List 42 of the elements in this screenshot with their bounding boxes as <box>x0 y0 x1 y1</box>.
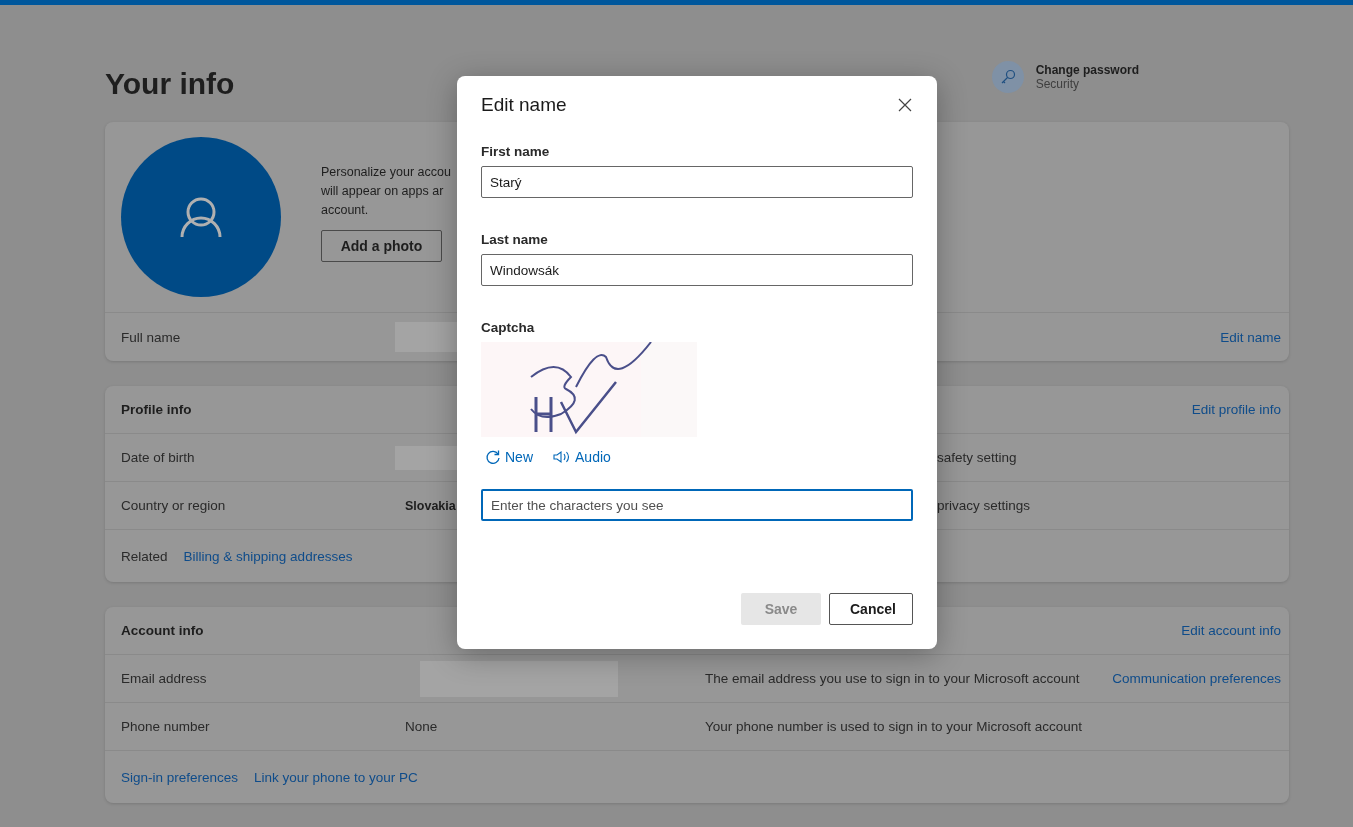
captcha-input[interactable]: Enter the characters you see <box>481 489 913 521</box>
section-title: Account info <box>121 623 204 638</box>
edit-account-link[interactable]: Edit account info <box>1181 623 1281 638</box>
refresh-icon <box>485 449 501 465</box>
field-label: Last name <box>481 232 549 247</box>
change-password-link[interactable]: Change password <box>1035 63 1139 77</box>
name-input[interactable]: Windowsák <box>481 254 913 286</box>
row-note: privacy settings <box>937 498 1032 513</box>
field-label: First name <box>481 144 551 159</box>
row-note: The email address you use to sign in to your Microsoft account <box>705 671 1081 686</box>
redaction-bar <box>395 322 457 352</box>
audio-captcha-link[interactable]: Audio <box>553 449 611 465</box>
new-captcha-link[interactable]: New <box>485 449 533 465</box>
page-title: Your info <box>105 67 235 101</box>
cancel-button[interactable]: Cancel <box>829 593 913 625</box>
add-photo-button[interactable]: Add a photo <box>321 229 442 262</box>
close-button[interactable] <box>897 97 913 113</box>
key-icon <box>991 61 1024 93</box>
account-link[interactable]: Sign-in preferences <box>121 769 239 785</box>
edit-name-link[interactable]: Edit name <box>1220 329 1281 345</box>
account-link[interactable]: Link your phone to your PC <box>254 769 418 785</box>
name-input[interactable]: Starý <box>481 166 913 198</box>
row-note: safety setting <box>937 450 1018 465</box>
full-name-label: Full name <box>121 329 182 345</box>
dialog-title: Edit name <box>481 94 567 116</box>
row-label: Country or region <box>121 498 227 513</box>
avatar-icon <box>121 137 281 297</box>
security-caption: Security <box>1035 77 1080 91</box>
field-label: Captcha <box>481 320 536 335</box>
related-label: Related <box>121 548 168 564</box>
photo-description: Personalize your accou will appear on apps ar account. <box>321 163 452 219</box>
row-label: Date of birth <box>121 450 196 465</box>
row-label: Phone number <box>121 719 211 734</box>
row-value: None <box>405 719 439 734</box>
section-title: Profile info <box>121 402 192 417</box>
preferences-link[interactable]: Communication preferences <box>1112 671 1281 686</box>
row-value: Slovakia <box>405 498 456 513</box>
related-link[interactable]: Billing & shipping addresses <box>183 548 353 564</box>
speaker-icon <box>553 450 571 464</box>
edit-profile-link[interactable]: Edit profile info <box>1191 402 1281 417</box>
row-note: Your phone number is used to sign in to your Microsoft account <box>705 719 1083 734</box>
row-label: Email address <box>121 671 208 686</box>
